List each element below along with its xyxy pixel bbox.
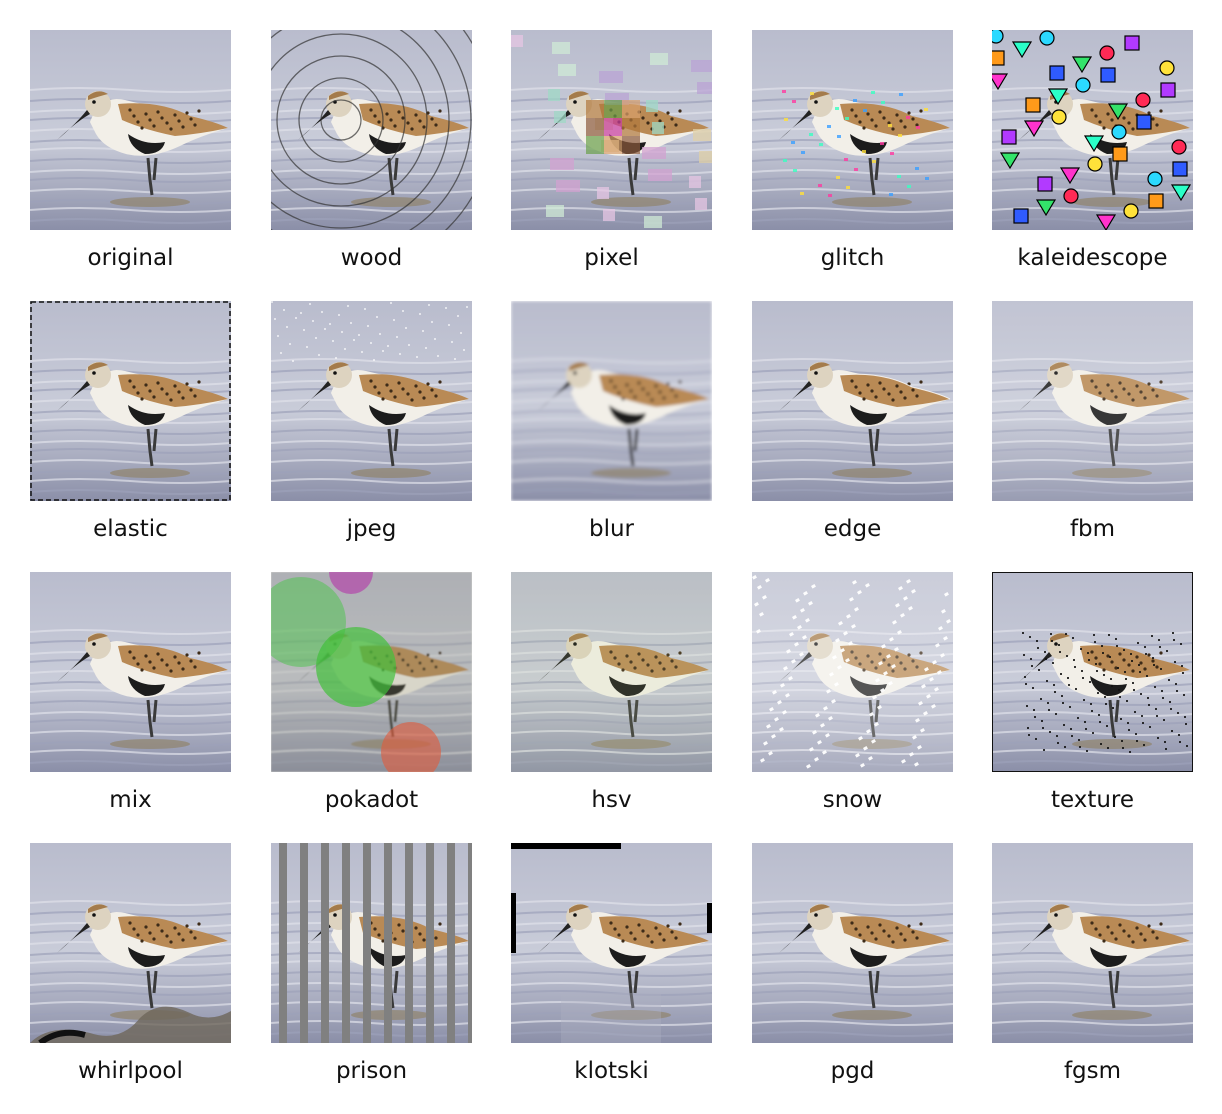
panel-snow: snow bbox=[752, 572, 953, 832]
panel-pgd: pgd bbox=[752, 843, 953, 1103]
panel-label: klotski bbox=[574, 1058, 649, 1084]
panel-fbm: fbm bbox=[992, 301, 1193, 561]
bird-image-snow bbox=[752, 572, 953, 772]
panel-label: pixel bbox=[584, 245, 639, 271]
bird-image-kaleidescope bbox=[992, 30, 1193, 230]
bird-image-jpeg bbox=[271, 301, 472, 501]
panel-fgsm: fgsm bbox=[992, 843, 1193, 1103]
panel-label: whirlpool bbox=[78, 1058, 183, 1084]
panel-jpeg: jpeg bbox=[271, 301, 472, 561]
bird-image-fgsm bbox=[992, 843, 1193, 1043]
bird-image-mix bbox=[30, 572, 231, 772]
panel-prison: prison bbox=[271, 843, 472, 1103]
bird-image-wood bbox=[271, 30, 472, 230]
bird-image-whirlpool bbox=[30, 843, 231, 1043]
panel-glitch: glitch bbox=[752, 30, 953, 290]
bird-image-original bbox=[30, 30, 231, 230]
panel-label: edge bbox=[823, 516, 882, 542]
panel-kaleidescope: kaleidescope bbox=[992, 30, 1193, 290]
panel-label: wood bbox=[340, 245, 403, 271]
panel-label: texture bbox=[1050, 787, 1135, 813]
panel-hsv: hsv bbox=[511, 572, 712, 832]
bird-image-elastic bbox=[30, 301, 231, 501]
bird-image-texture bbox=[992, 572, 1193, 772]
bird-image-klotski bbox=[511, 843, 712, 1043]
bird-image-edge bbox=[752, 301, 953, 501]
bird-image-glitch bbox=[752, 30, 953, 230]
panel-label: prison bbox=[335, 1058, 408, 1084]
panel-label: blur bbox=[588, 516, 635, 542]
panel-pixel: pixel bbox=[511, 30, 712, 290]
panel-pokadot: pokadot bbox=[271, 572, 472, 832]
panel-texture: texture bbox=[992, 572, 1193, 832]
bird-image-pixel bbox=[511, 30, 712, 230]
panel-whirlpool: whirlpool bbox=[30, 843, 231, 1103]
bird-image-blur bbox=[511, 301, 712, 501]
panel-label: elastic bbox=[93, 516, 168, 542]
panel-label: pokadot bbox=[324, 787, 419, 813]
bird-image-pokadot bbox=[271, 572, 472, 772]
panel-label: jpeg bbox=[346, 516, 397, 542]
panel-elastic: elastic bbox=[30, 301, 231, 561]
panel-wood: wood bbox=[271, 30, 472, 290]
panel-label: fbm bbox=[1069, 516, 1116, 542]
panel-klotski: klotski bbox=[511, 843, 712, 1103]
panel-label: original bbox=[87, 245, 174, 271]
bird-image-fbm bbox=[992, 301, 1193, 501]
panel-label: pgd bbox=[830, 1058, 875, 1084]
augmentation-grid: original wood pixel glitch kaleidescope elast… bbox=[0, 0, 1222, 1114]
panel-mix: mix bbox=[30, 572, 231, 832]
panel-label: snow bbox=[822, 787, 883, 813]
bird-image-hsv bbox=[511, 572, 712, 772]
panel-edge: edge bbox=[752, 301, 953, 561]
bird-image-pgd bbox=[752, 843, 953, 1043]
panel-blur: blur bbox=[511, 301, 712, 561]
panel-label: hsv bbox=[591, 787, 632, 813]
bird-image-prison bbox=[271, 843, 472, 1043]
panel-label: mix bbox=[109, 787, 152, 813]
panel-label: glitch bbox=[820, 245, 885, 271]
panel-label: kaleidescope bbox=[1017, 245, 1168, 271]
panel-label: fgsm bbox=[1063, 1058, 1122, 1084]
panel-original: original bbox=[30, 30, 231, 290]
